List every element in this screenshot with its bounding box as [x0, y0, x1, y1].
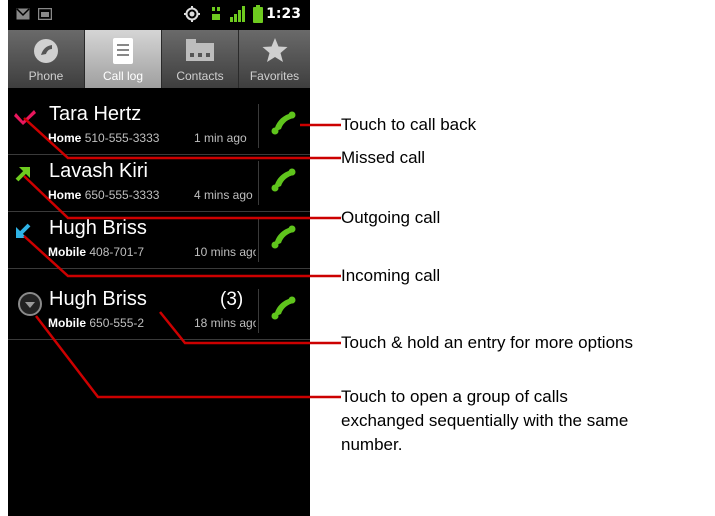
annotation-outgoing: Outgoing call [341, 208, 441, 227]
annotation-incoming: Incoming call [341, 266, 441, 285]
callout-line-group [35, 315, 341, 399]
annotation-group-line-2: exchanged sequentially with the same [341, 411, 629, 430]
annotation-group-line-3: number. [341, 435, 403, 454]
callout-line-incoming [23, 235, 341, 278]
annotation-missed: Missed call [341, 148, 426, 167]
annotation-group-line-1: Touch to open a group of calls [341, 387, 568, 406]
callout-line-outgoing [23, 175, 341, 220]
callout-line-hold [159, 311, 341, 345]
annotation-call-back: Touch to call back [341, 115, 477, 134]
annotation-hold: Touch & hold an entry for more options [341, 333, 633, 352]
callout-line-missed [23, 117, 341, 160]
